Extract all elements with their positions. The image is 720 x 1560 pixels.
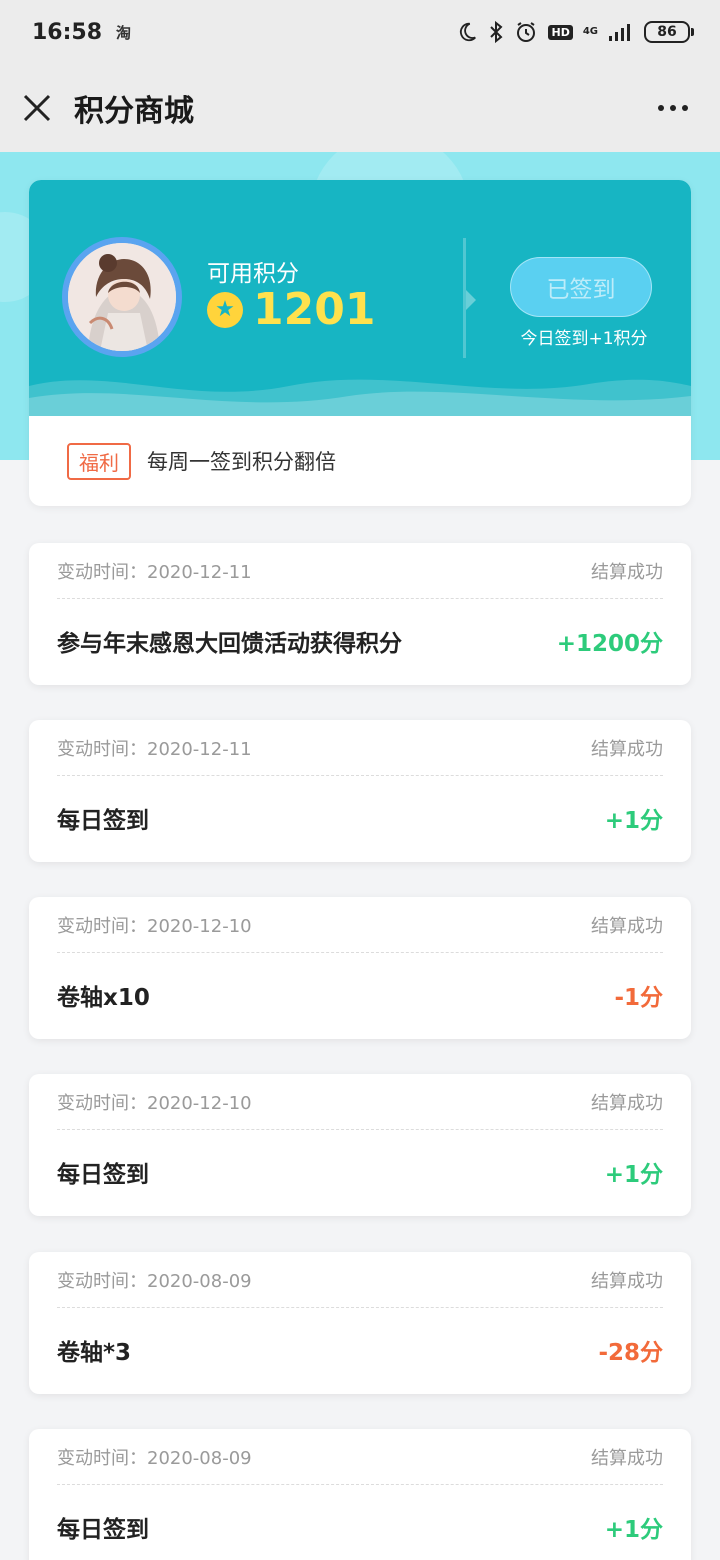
record-time: 变动时间：2020-12-10 bbox=[57, 915, 252, 937]
record-status: 结算成功 bbox=[591, 738, 663, 760]
record-body: 每日签到 +1分 bbox=[57, 776, 663, 860]
status-time: 16:58 bbox=[32, 19, 103, 45]
record-status: 结算成功 bbox=[591, 1270, 663, 1292]
record-status: 结算成功 bbox=[591, 1447, 663, 1469]
record-amount: +1分 bbox=[604, 1517, 663, 1543]
record-amount: +1分 bbox=[604, 808, 663, 834]
close-icon[interactable] bbox=[22, 93, 52, 123]
signed-in-button[interactable]: 已签到 bbox=[510, 257, 652, 317]
moon-icon bbox=[456, 21, 478, 43]
alarm-icon bbox=[514, 20, 538, 44]
points-value: 1201 bbox=[253, 284, 376, 335]
record-title: 每日签到 bbox=[57, 1162, 149, 1188]
record-card[interactable]: 变动时间：2020-08-09 结算成功每日签到 +1分 bbox=[29, 1429, 691, 1560]
available-points-label: 可用积分 bbox=[207, 261, 299, 287]
record-time: 变动时间：2020-12-11 bbox=[57, 561, 252, 583]
record-card[interactable]: 变动时间：2020-12-10 结算成功每日签到 +1分 bbox=[29, 1074, 691, 1216]
record-header: 变动时间：2020-12-10 结算成功 bbox=[57, 897, 663, 953]
record-header: 变动时间：2020-12-10 结算成功 bbox=[57, 1074, 663, 1130]
record-title: 卷轴*3 bbox=[57, 1340, 132, 1366]
chevron-right-icon bbox=[466, 290, 476, 310]
record-header: 变动时间：2020-12-11 结算成功 bbox=[57, 720, 663, 776]
record-body: 卷轴x10 -1分 bbox=[57, 953, 663, 1037]
star-coin-icon: ★ bbox=[207, 291, 243, 328]
status-bar: 16:58 淘 HD 4G 86 bbox=[0, 0, 720, 64]
record-card[interactable]: 变动时间：2020-12-11 结算成功参与年末感恩大回馈活动获得积分 +1200分 bbox=[29, 543, 691, 685]
welfare-tag: 福利 bbox=[67, 442, 131, 480]
record-card[interactable]: 变动时间：2020-12-11 结算成功每日签到 +1分 bbox=[29, 720, 691, 862]
record-status: 结算成功 bbox=[591, 915, 663, 937]
taobao-notification-icon: 淘 bbox=[116, 23, 132, 42]
points-summary: 可用积分 ★ 1201 已签到 今日签到+1积分 bbox=[29, 180, 691, 416]
record-time: 变动时间：2020-12-11 bbox=[57, 738, 252, 760]
record-card[interactable]: 变动时间：2020-08-09 结算成功卷轴*3 -28分 bbox=[29, 1252, 691, 1394]
nav-bar: 积分商城 bbox=[0, 64, 720, 152]
record-time: 变动时间：2020-08-09 bbox=[57, 1447, 252, 1469]
record-amount: +1分 bbox=[604, 1162, 663, 1188]
bluetooth-icon bbox=[488, 20, 504, 44]
battery-icon: 86 bbox=[644, 21, 694, 43]
network-type: 4G bbox=[582, 26, 598, 37]
record-title: 参与年末感恩大回馈活动获得积分 bbox=[57, 631, 402, 657]
record-amount: -1分 bbox=[614, 985, 663, 1011]
record-header: 变动时间：2020-08-09 结算成功 bbox=[57, 1252, 663, 1308]
record-body: 参与年末感恩大回馈活动获得积分 +1200分 bbox=[57, 599, 663, 683]
more-menu-icon[interactable] bbox=[648, 95, 698, 121]
record-header: 变动时间：2020-08-09 结算成功 bbox=[57, 1429, 663, 1485]
record-title: 卷轴x10 bbox=[57, 985, 150, 1011]
record-body: 每日签到 +1分 bbox=[57, 1485, 663, 1560]
record-title: 每日签到 bbox=[57, 1517, 149, 1543]
record-amount: +1200分 bbox=[556, 631, 663, 657]
record-title: 每日签到 bbox=[57, 808, 149, 834]
record-card[interactable]: 变动时间：2020-12-10 结算成功卷轴x10 -1分 bbox=[29, 897, 691, 1039]
record-time: 变动时间：2020-12-10 bbox=[57, 1092, 252, 1114]
signin-note: 今日签到+1积分 bbox=[520, 329, 648, 349]
points-card: 可用积分 ★ 1201 已签到 今日签到+1积分 福利 每周一签到积分翻倍 bbox=[29, 180, 691, 506]
record-time: 变动时间：2020-08-09 bbox=[57, 1270, 252, 1292]
signal-icon bbox=[608, 22, 634, 42]
record-status: 结算成功 bbox=[591, 561, 663, 583]
welfare-text: 每周一签到积分翻倍 bbox=[147, 450, 336, 474]
avatar[interactable] bbox=[62, 237, 182, 357]
wave-decoration bbox=[29, 379, 691, 416]
page-title: 积分商城 bbox=[74, 94, 194, 129]
record-body: 卷轴*3 -28分 bbox=[57, 1308, 663, 1392]
record-header: 变动时间：2020-12-11 结算成功 bbox=[57, 543, 663, 599]
welfare-row[interactable]: 福利 每周一签到积分翻倍 bbox=[29, 416, 691, 506]
record-amount: -28分 bbox=[598, 1340, 663, 1366]
hd-icon: HD bbox=[548, 24, 573, 40]
record-status: 结算成功 bbox=[591, 1092, 663, 1114]
record-body: 每日签到 +1分 bbox=[57, 1130, 663, 1214]
